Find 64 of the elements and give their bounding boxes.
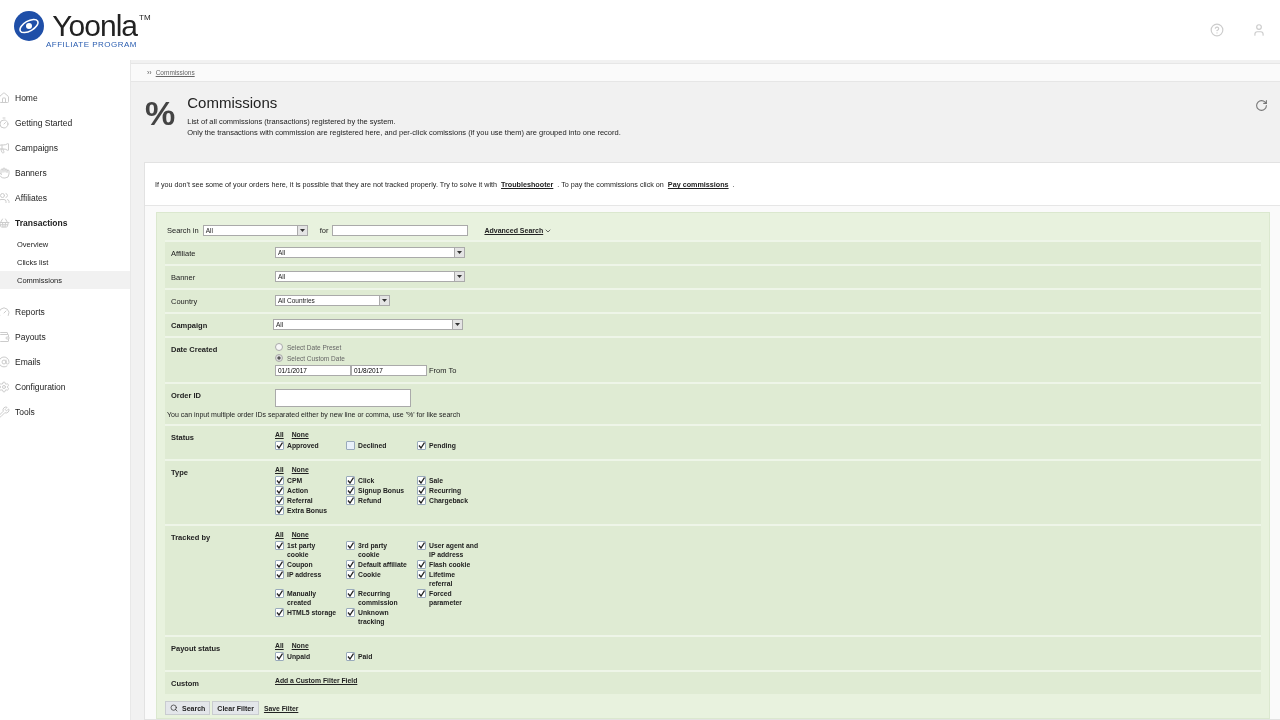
checkbox[interactable] [275,506,284,515]
page-title: Commissions [187,93,279,111]
sidebar-item[interactable]: Configuration [0,374,130,399]
checkbox[interactable] [417,476,426,485]
checkbox[interactable] [275,476,284,485]
search-field[interactable] [332,225,469,236]
checkbox[interactable] [275,589,284,598]
checkbox[interactable] [417,441,426,450]
checkbox[interactable] [346,570,355,579]
caret-icon [455,323,460,326]
checkbox[interactable] [275,560,284,569]
checkbox[interactable] [346,486,355,495]
checkbox[interactable] [275,496,284,505]
logo-icon [14,11,44,41]
gauge-icon [0,305,10,318]
checkbox[interactable] [346,441,355,450]
caret-icon [457,251,462,254]
sidebar-item[interactable]: Banners [0,160,130,185]
people-icon [0,191,10,204]
checkbox[interactable] [275,541,284,550]
checkbox[interactable] [417,570,426,579]
sidebar-item[interactable]: Tools [0,399,130,424]
checkbox[interactable] [417,541,426,550]
checkbox[interactable] [417,560,426,569]
search-icon [170,704,178,712]
checkbox[interactable] [275,570,284,579]
checkbox[interactable] [275,608,284,617]
checkbox[interactable] [417,486,426,495]
basket-icon [0,216,10,229]
refresh-icon[interactable] [1255,98,1268,112]
checkbox[interactable] [275,652,284,661]
checkbox[interactable] [275,441,284,450]
at-sign-icon [0,355,10,368]
sidebar-item[interactable]: Affiliates [0,185,130,210]
sidebar-item[interactable]: Emails [0,349,130,374]
checkbox[interactable] [346,560,355,569]
caret-icon [299,229,305,232]
wrench-icon [0,405,10,418]
order-id-field[interactable] [275,389,411,407]
sidebar-item[interactable]: Reports [0,299,130,324]
sidebar-item[interactable]: Payouts [0,324,130,349]
checkbox[interactable] [346,652,355,661]
checkbox[interactable] [346,608,355,617]
checkbox[interactable] [346,476,355,485]
hand-icon [0,166,10,179]
wallet-icon [0,330,10,343]
gear-icon [0,380,10,393]
checkbox[interactable] [417,496,426,505]
sidebar-item[interactable]: Home [0,85,130,110]
house-icon [0,91,10,104]
sidebar-item[interactable]: Getting Started [0,110,130,135]
sidebar-item[interactable]: Transactions [0,210,130,235]
megaphone-icon [0,141,10,154]
stopwatch-icon [0,116,10,129]
checkbox[interactable] [346,541,355,550]
caret-icon [382,299,387,302]
checkbox[interactable] [346,496,355,505]
checkbox[interactable] [417,589,426,598]
sidebar-item[interactable]: Campaigns [0,135,130,160]
logo: Yoonla AFFILIATE PROGRAM TM [14,11,151,49]
caret-icon [457,275,462,278]
checkbox[interactable] [346,589,355,598]
page-symbol: % [145,95,176,130]
checkbox[interactable] [275,486,284,495]
